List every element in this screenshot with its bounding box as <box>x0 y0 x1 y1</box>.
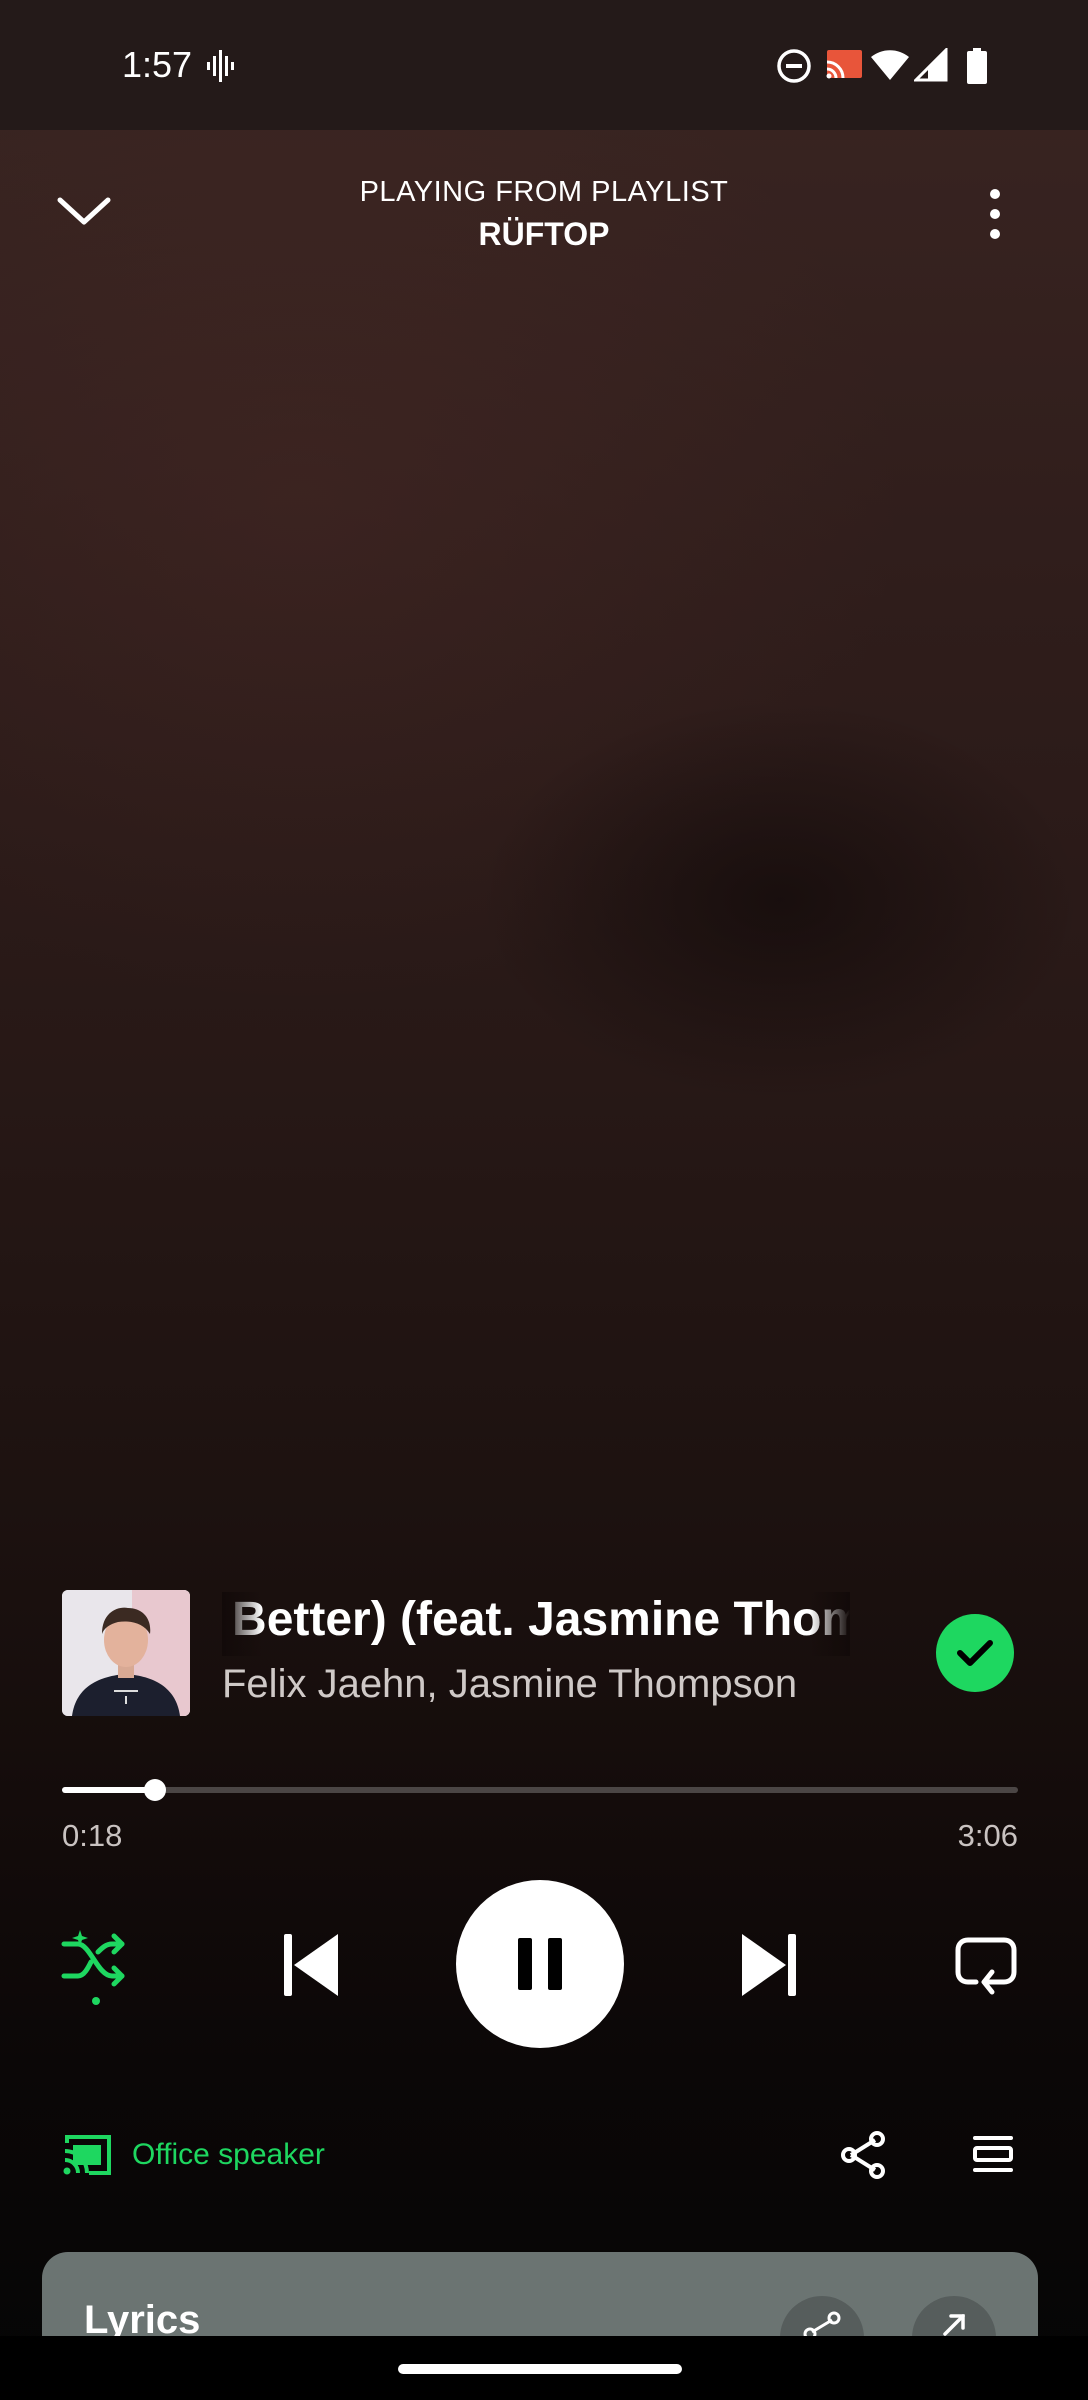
elapsed-time: 0:18 <box>62 1818 123 1853</box>
playlist-name[interactable]: RÜFTOP <box>0 216 1088 253</box>
status-bar: 1:57 <box>0 0 1088 130</box>
wifi-icon <box>870 48 910 87</box>
album-art-thumbnail <box>62 1590 190 1716</box>
queue-icon <box>973 2136 1013 2172</box>
cast-icon <box>63 2135 111 2175</box>
home-indicator[interactable] <box>398 2364 682 2374</box>
playing-from-label: PLAYING FROM PLAYLIST <box>359 176 729 208</box>
pause-button[interactable] <box>456 1880 624 2048</box>
progress-handle[interactable] <box>143 1779 166 1801</box>
next-track-button[interactable] <box>734 1930 804 2000</box>
battery-icon <box>966 48 988 89</box>
more-options-button[interactable] <box>980 186 1010 247</box>
sound-wave-icon <box>206 50 236 87</box>
queue-button[interactable] <box>970 2130 1016 2178</box>
shuffle-button[interactable] <box>58 1928 132 2008</box>
saved-to-library-button[interactable] <box>936 1614 1014 1692</box>
shuffle-icon <box>61 1930 125 2005</box>
previous-track-button[interactable] <box>276 1930 346 2000</box>
connected-device-name[interactable]: Office speaker <box>132 2138 325 2172</box>
do-not-disturb-icon <box>776 48 812 89</box>
cellular-signal-icon <box>912 46 948 87</box>
share-icon <box>841 2131 885 2179</box>
repeat-button[interactable] <box>950 1930 1022 2000</box>
skip-previous-icon <box>284 1934 338 1996</box>
progress-fill <box>62 1787 155 1793</box>
track-artists[interactable]: Felix Jaehn, Jasmine Thompson <box>222 1662 842 1707</box>
share-button[interactable] <box>838 2128 888 2182</box>
skip-next-icon <box>742 1934 796 1996</box>
title-fade-right <box>810 1592 850 1656</box>
cast-device-button[interactable] <box>60 2132 114 2178</box>
progress-bar[interactable] <box>62 1779 1018 1801</box>
now-playing-screen: 1:57 PLAYING FROM PLAYLIST RÜFTOP Better… <box>0 0 1088 2400</box>
title-fade-left <box>222 1592 262 1656</box>
more-vertical-icon <box>990 189 1000 239</box>
track-title-container[interactable]: e Better) (feat. Jasmine Thompson) <box>222 1592 850 1656</box>
total-duration: 3:06 <box>957 1818 1018 1853</box>
pause-icon <box>518 1938 562 1990</box>
repeat-icon <box>955 1937 1017 1995</box>
track-title: e Better) (feat. Jasmine Thompson) <box>222 1593 850 1646</box>
checkmark-icon <box>957 1640 993 1666</box>
status-time: 1:57 <box>122 44 193 85</box>
cast-connected-icon <box>824 48 864 87</box>
